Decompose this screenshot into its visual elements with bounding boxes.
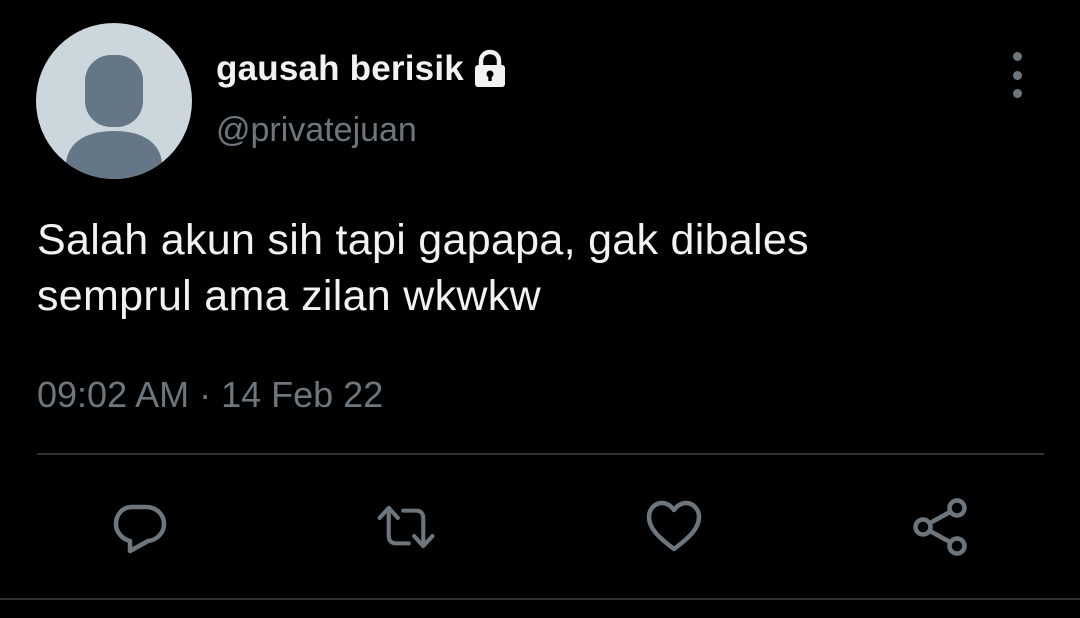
author-display-name[interactable]: gausah berisik [216, 49, 464, 89]
tweet-text-line: Salah akun sih tapi gapapa, gak dibales [37, 216, 809, 264]
divider [0, 598, 1080, 600]
share-icon [913, 498, 967, 556]
retweet-button[interactable] [376, 497, 436, 557]
reply-icon [113, 504, 167, 554]
more-dot [1012, 70, 1022, 80]
avatar[interactable] [36, 23, 192, 179]
more-dot [1012, 52, 1022, 61]
tweet-timestamp[interactable]: 09:02 AM · 14 Feb 22 [37, 374, 383, 416]
like-button[interactable] [644, 497, 704, 557]
reply-button[interactable] [110, 497, 170, 557]
more-vertical-icon[interactable] [1000, 52, 1034, 98]
retweet-icon [377, 505, 435, 549]
default-avatar-icon [66, 55, 162, 179]
more-dot [1012, 89, 1022, 98]
tweet-card: gausah berisik @privatejuan Salah akun s… [0, 0, 1080, 618]
divider [37, 453, 1044, 455]
tweet-text-line: semprul ama zilan wkwkw [37, 272, 541, 320]
share-button[interactable] [910, 497, 970, 557]
tweet-text: Salah akun sih tapi gapapa, gak dibales … [37, 212, 1037, 324]
author-name-row: gausah berisik [216, 44, 508, 94]
heart-icon [646, 500, 702, 552]
author-handle[interactable]: @privatejuan [216, 111, 417, 150]
lock-icon [472, 49, 508, 89]
